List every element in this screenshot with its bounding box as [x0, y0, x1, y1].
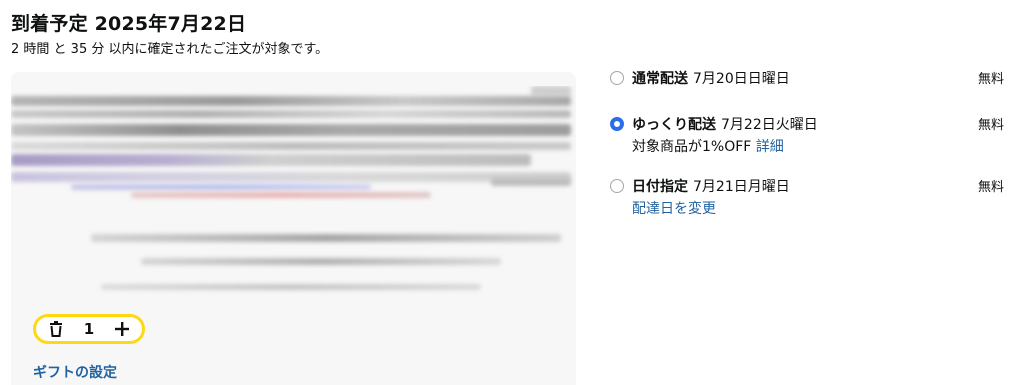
option-date: 7月20日日曜日: [693, 71, 790, 87]
gift-settings-link[interactable]: ギフトの設定: [33, 362, 117, 382]
change-delivery-date-link[interactable]: 配達日を変更: [632, 201, 716, 217]
plus-icon[interactable]: [112, 319, 132, 339]
option-price: 無料: [977, 180, 1004, 195]
radio-date-select[interactable]: [610, 179, 624, 193]
order-cutoff-note: 2 時間 と 35 分 以内に確定されたご注文が対象です。: [11, 42, 329, 57]
option-date: 7月21日月曜日: [693, 179, 790, 195]
trash-icon[interactable]: [46, 319, 66, 339]
quantity-value: 1: [83, 320, 95, 338]
option-price: 無料: [977, 72, 1004, 87]
delivery-section: 到着予定 2025年7月22日 2 時間 と 35 分 以内に確定されたご注文が…: [0, 0, 1024, 385]
option-price: 無料: [977, 118, 1004, 133]
option-name: 通常配送: [632, 71, 688, 87]
delivery-date-heading: 到着予定 2025年7月22日: [11, 13, 247, 35]
option-date: 7月22日火曜日: [721, 117, 818, 133]
option-name: ゆっくり配送: [632, 117, 716, 133]
details-link[interactable]: 詳細: [756, 139, 784, 155]
option-name: 日付指定: [632, 179, 688, 195]
discount-note: 対象商品が1%OFF: [632, 139, 752, 155]
radio-standard[interactable]: [610, 71, 624, 85]
radio-slow[interactable]: [610, 117, 624, 131]
quantity-stepper: 1: [33, 314, 145, 344]
cart-item-card: 1 ギフトの設定: [11, 72, 576, 385]
